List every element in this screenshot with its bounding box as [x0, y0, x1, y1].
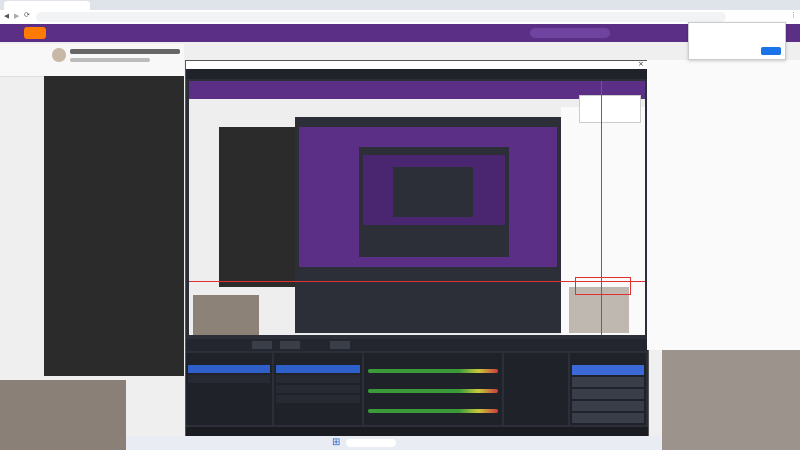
control-button[interactable]	[572, 377, 644, 387]
taskbar: ⊞	[126, 436, 662, 450]
room-subtitle-line	[70, 58, 150, 62]
source-item[interactable]	[276, 365, 360, 373]
chat-panel	[647, 60, 800, 350]
toolbar-button[interactable]	[330, 341, 350, 349]
obs-title-bar: ×	[186, 60, 648, 69]
control-button[interactable]	[572, 401, 644, 411]
nested-popup	[579, 95, 641, 123]
forward-arrow-icon[interactable]: ▶	[14, 12, 19, 20]
transitions-dock	[504, 353, 568, 425]
preview-webcam-source	[193, 295, 259, 335]
webcam-left	[0, 380, 126, 450]
browser-tab[interactable]	[4, 1, 90, 10]
source-item[interactable]	[276, 375, 360, 383]
site-header	[0, 24, 800, 42]
nested-obs-1-preview	[299, 127, 557, 267]
room-title-line	[70, 49, 180, 54]
mixer-meter	[368, 389, 498, 393]
scene-item[interactable]	[188, 365, 270, 373]
popup-confirm-button[interactable]	[761, 47, 781, 55]
reload-icon[interactable]: ⟳	[24, 11, 30, 19]
obs-menu-bar	[186, 69, 648, 79]
scenes-dock	[186, 353, 272, 425]
sources-dock	[274, 353, 362, 425]
channel-avatar[interactable]	[52, 48, 66, 62]
stream-player[interactable]	[44, 76, 184, 376]
nested-obs-2-preview	[363, 155, 505, 225]
scene-item[interactable]	[188, 375, 270, 383]
browser-tab-strip	[0, 0, 800, 10]
close-icon[interactable]: ×	[638, 60, 644, 68]
nested-obs-2	[359, 147, 509, 257]
selected-source-box[interactable]	[575, 277, 631, 295]
site-logo-icon[interactable]	[24, 27, 46, 39]
address-input[interactable]	[36, 12, 726, 22]
toolbar-button[interactable]	[252, 341, 272, 349]
source-item[interactable]	[276, 385, 360, 393]
obs-window: ×	[185, 60, 649, 438]
control-button[interactable]	[572, 389, 644, 399]
ellipsis-icon[interactable]: ⋮	[790, 11, 797, 19]
taskbar-search-input[interactable]	[346, 439, 396, 447]
windows-start-icon[interactable]: ⊞	[332, 437, 340, 448]
address-bar-row: ◀ ▶ ⟳ ⋮	[0, 10, 800, 25]
toolbar-button[interactable]	[280, 341, 300, 349]
mixer-meter	[368, 369, 498, 373]
nested-obs-3	[393, 167, 473, 217]
control-button[interactable]	[572, 365, 644, 375]
webcam-right	[662, 350, 800, 450]
nested-header	[189, 87, 645, 99]
audio-mixer-dock	[364, 353, 502, 425]
controls-dock	[570, 353, 646, 425]
red-guide-vertical	[601, 81, 602, 335]
nested-stream	[219, 127, 299, 287]
back-arrow-icon[interactable]: ◀	[4, 12, 9, 20]
obs-preview[interactable]	[189, 81, 645, 335]
control-button[interactable]	[572, 413, 644, 423]
header-search-input[interactable]	[530, 28, 610, 38]
permission-popup	[688, 22, 786, 60]
source-item[interactable]	[276, 395, 360, 403]
mixer-meter	[368, 409, 498, 413]
nested-obs-1	[295, 117, 561, 333]
source-toolbar	[186, 339, 648, 351]
room-info-bar	[0, 44, 184, 77]
